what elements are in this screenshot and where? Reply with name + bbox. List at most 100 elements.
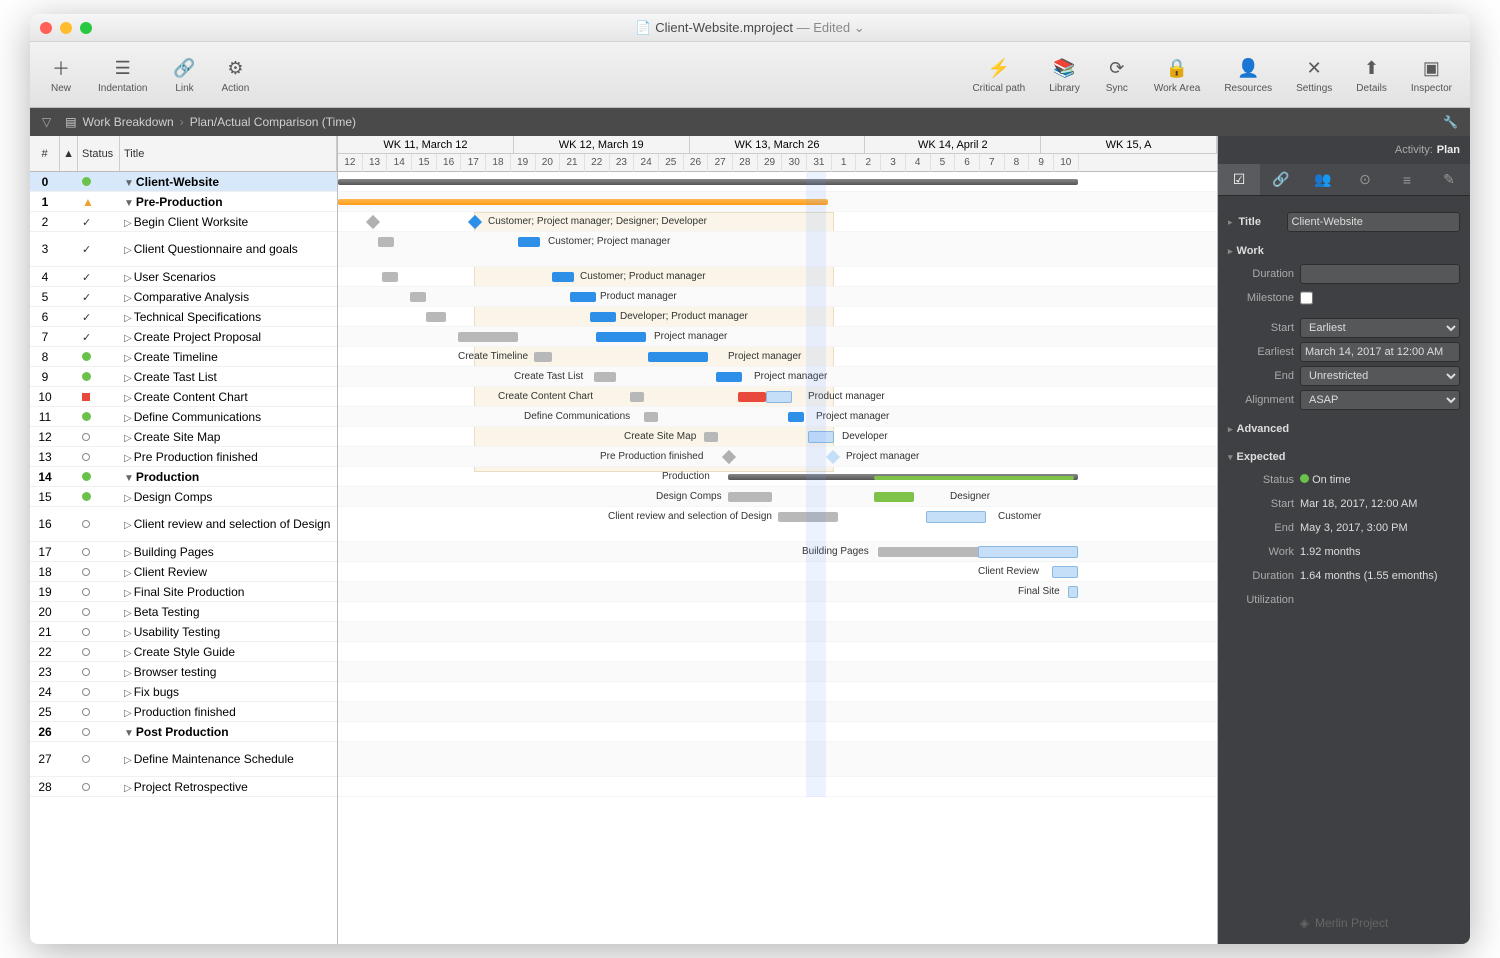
gantt-bar[interactable] — [338, 179, 1078, 185]
edited-indicator[interactable]: — Edited — [797, 20, 850, 35]
gantt-body[interactable]: bsitectionCustomer; Project manager; Des… — [338, 172, 1217, 797]
task-table-body[interactable]: 0▼Client-Website1▲▼Pre-Production2▷Begin… — [30, 172, 337, 944]
inspector-button[interactable]: ▣Inspector — [1403, 51, 1460, 98]
gantt-row[interactable]: Create TimelineProject manager — [338, 347, 1217, 367]
tab-edit-icon[interactable]: ✎ — [1428, 164, 1470, 195]
gantt-row[interactable]: bsite — [338, 172, 1217, 192]
gantt-bar[interactable] — [596, 332, 646, 342]
task-row[interactable]: 3▷Client Questionnaire and goals — [30, 232, 337, 267]
section-expected[interactable]: Expected — [1228, 446, 1460, 468]
tab-cost-icon[interactable]: ⊙ — [1344, 164, 1386, 195]
gantt-bar[interactable] — [426, 312, 446, 322]
sort-indicator-icon[interactable]: ▲ — [60, 136, 78, 171]
week-header[interactable]: WK 11, March 12 — [338, 136, 514, 153]
link-button[interactable]: 🔗Link — [164, 51, 206, 98]
week-header[interactable]: WK 15, A — [1041, 136, 1217, 153]
day-header[interactable]: 14 — [387, 154, 412, 172]
gantt-row[interactable] — [338, 742, 1217, 777]
gantt-row[interactable]: Building Pages — [338, 542, 1217, 562]
disclosure-icon[interactable]: ▷ — [124, 648, 132, 659]
gantt-row[interactable]: Create Content ChartProduct manager — [338, 387, 1217, 407]
week-header[interactable]: WK 13, March 26 — [690, 136, 866, 153]
section-work[interactable]: Work — [1228, 240, 1460, 262]
day-header[interactable]: 6 — [955, 154, 980, 172]
task-row[interactable]: 13▷Pre Production finished — [30, 447, 337, 467]
day-header[interactable]: 23 — [610, 154, 635, 172]
gantt-bar[interactable] — [534, 352, 552, 362]
gantt-row[interactable]: Create Site MapDeveloper — [338, 427, 1217, 447]
breadcrumb-item[interactable]: Work Breakdown — [83, 115, 174, 129]
gantt-bar[interactable] — [978, 546, 1078, 558]
gantt-bar[interactable] — [648, 352, 708, 362]
disclosure-icon[interactable]: ▷ — [124, 413, 132, 424]
day-header[interactable]: 7 — [980, 154, 1005, 172]
task-row[interactable]: 14▼Production — [30, 467, 337, 487]
gantt-bar[interactable] — [788, 412, 804, 422]
day-header[interactable]: 19 — [511, 154, 536, 172]
gantt-bar[interactable] — [644, 412, 658, 422]
task-row[interactable]: 11▷Define Communications — [30, 407, 337, 427]
duration-input[interactable] — [1300, 264, 1460, 284]
disclosure-icon[interactable]: ▼ — [124, 198, 134, 209]
day-header[interactable]: 18 — [486, 154, 511, 172]
disclosure-icon[interactable]: ▷ — [124, 293, 132, 304]
disclosure-icon[interactable]: ▷ — [124, 433, 132, 444]
gantt-bar[interactable] — [874, 492, 914, 502]
gantt-bar[interactable] — [338, 199, 828, 205]
disclosure-icon[interactable]: ▷ — [124, 608, 132, 619]
task-row[interactable]: 24▷Fix bugs — [30, 682, 337, 702]
critical-button[interactable]: ⚡Critical path — [964, 51, 1033, 98]
gantt-bar[interactable] — [594, 372, 616, 382]
details-button[interactable]: ⬆Details — [1348, 51, 1395, 98]
breadcrumb-item[interactable]: Plan/Actual Comparison (Time) — [190, 115, 356, 129]
disclosure-icon[interactable]: ▷ — [124, 588, 132, 599]
gantt-row[interactable] — [338, 622, 1217, 642]
day-header[interactable]: 17 — [461, 154, 486, 172]
task-row[interactable]: 21▷Usability Testing — [30, 622, 337, 642]
task-row[interactable]: 5▷Comparative Analysis — [30, 287, 337, 307]
day-header[interactable]: 29 — [758, 154, 783, 172]
task-row[interactable]: 12▷Create Site Map — [30, 427, 337, 447]
gantt-bar[interactable] — [1052, 566, 1078, 578]
gantt-row[interactable] — [338, 722, 1217, 742]
day-header[interactable]: 21 — [560, 154, 585, 172]
indent-button[interactable]: ☰Indentation — [90, 51, 156, 98]
task-row[interactable]: 9▷Create Tast List — [30, 367, 337, 387]
gantt-bar[interactable] — [704, 432, 718, 442]
gantt-bar[interactable] — [728, 492, 772, 502]
task-row[interactable]: 17▷Building Pages — [30, 542, 337, 562]
workarea-button[interactable]: 🔒Work Area — [1146, 51, 1209, 98]
task-row[interactable]: 16▷Client review and selection of Design — [30, 507, 337, 542]
disclosure-icon[interactable]: ▷ — [124, 708, 132, 719]
disclosure-icon[interactable]: ▷ — [124, 783, 132, 794]
task-row[interactable]: 23▷Browser testing — [30, 662, 337, 682]
disclosure-icon[interactable]: ▷ — [124, 568, 132, 579]
disclosure-icon[interactable]: ▷ — [124, 453, 132, 464]
gantt-row[interactable]: Create Tast ListProject manager — [338, 367, 1217, 387]
day-header[interactable]: 2 — [856, 154, 881, 172]
disclosure-icon[interactable]: ▼ — [124, 473, 134, 484]
day-header[interactable]: 24 — [634, 154, 659, 172]
task-row[interactable]: 10▷Create Content Chart — [30, 387, 337, 407]
gantt-row[interactable]: Final Site — [338, 582, 1217, 602]
gantt-row[interactable] — [338, 662, 1217, 682]
task-row[interactable]: 6▷Technical Specifications — [30, 307, 337, 327]
gantt-row[interactable]: ction — [338, 192, 1217, 212]
gantt-bar[interactable] — [378, 237, 394, 247]
gantt-row[interactable]: Production — [338, 467, 1217, 487]
task-row[interactable]: 15▷Design Comps — [30, 487, 337, 507]
sync-button[interactable]: ⟳Sync — [1096, 51, 1138, 98]
tab-rows-icon[interactable]: ≡ — [1386, 164, 1428, 195]
disclosure-icon[interactable]: ▷ — [124, 755, 132, 766]
settings-button[interactable]: ✕Settings — [1288, 51, 1340, 98]
milestone-diamond[interactable] — [468, 215, 482, 229]
gantt-row[interactable]: Define CommunicationsProject manager — [338, 407, 1217, 427]
gantt-bar[interactable] — [518, 237, 540, 247]
day-header[interactable]: 4 — [906, 154, 931, 172]
gantt-chart[interactable]: WK 11, March 12WK 12, March 19WK 13, Mar… — [338, 136, 1217, 944]
disclosure-icon[interactable]: ▷ — [124, 273, 132, 284]
day-header[interactable]: 9 — [1029, 154, 1054, 172]
tab-link-icon[interactable]: 🔗 — [1260, 164, 1302, 195]
disclosure-icon[interactable]: ▷ — [124, 688, 132, 699]
day-header[interactable]: 15 — [412, 154, 437, 172]
